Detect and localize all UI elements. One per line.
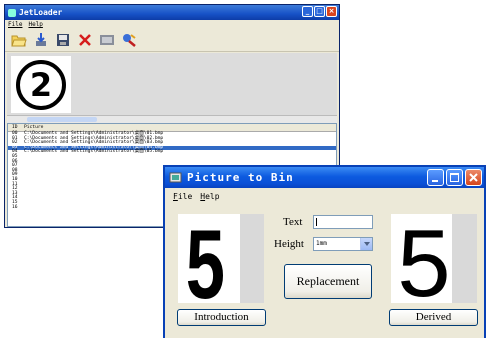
list-item-id: 16 — [12, 204, 18, 210]
open-folder-icon[interactable] — [11, 32, 27, 48]
minimize-icon[interactable] — [427, 169, 444, 186]
jetloader-title: JetLoader — [19, 8, 63, 17]
horizontal-scrollbar[interactable] — [7, 115, 337, 123]
height-value: 1mm — [316, 240, 327, 247]
app-icon — [169, 171, 182, 184]
preview-image: 2 — [11, 56, 71, 113]
minimize-icon[interactable]: _ — [302, 6, 313, 17]
jetloader-app-icon — [8, 8, 16, 17]
menu-file[interactable]: File — [8, 21, 22, 28]
derived-image: 5 — [391, 214, 477, 303]
close-icon[interactable]: × — [326, 6, 337, 17]
maximize-icon[interactable] — [446, 169, 463, 186]
circled-two-icon: 2 — [16, 59, 66, 110]
window-title: Picture to Bin — [187, 171, 294, 184]
derived-button[interactable]: Derived — [389, 309, 478, 326]
jetloader-preview-area: 2 — [7, 53, 337, 115]
column-header-picture[interactable]: Picture — [24, 125, 336, 130]
chevron-down-icon[interactable] — [360, 238, 372, 250]
delete-icon[interactable] — [77, 32, 93, 48]
replacement-button[interactable]: Replacement — [284, 264, 372, 299]
jetloader-menubar: File Help — [5, 20, 339, 29]
save-icon[interactable] — [55, 32, 71, 48]
jetloader-titlebar[interactable]: JetLoader _ □ × — [5, 5, 339, 20]
image-icon[interactable] — [99, 32, 115, 48]
svg-text:5: 5 — [186, 214, 225, 303]
convert-icon[interactable] — [121, 32, 137, 48]
bold-five-glyph: 5 — [186, 214, 225, 303]
menu-file[interactable]: File — [173, 192, 192, 201]
introduction-button[interactable]: Introduction — [177, 309, 266, 326]
svg-text:2: 2 — [30, 66, 52, 104]
jetloader-toolbar — [5, 29, 339, 52]
menubar: File Help — [165, 189, 484, 203]
text-label: Text — [283, 216, 303, 228]
picture-to-bin-window: Picture to Bin File Help 5 Text Height 1… — [163, 165, 486, 338]
column-header-id[interactable]: ID — [8, 125, 24, 130]
text-input[interactable] — [313, 215, 373, 229]
picture-to-bin-titlebar[interactable]: Picture to Bin — [165, 167, 484, 188]
download-icon[interactable] — [33, 32, 49, 48]
menu-help[interactable]: Help — [200, 192, 219, 201]
menu-help[interactable]: Help — [28, 21, 42, 28]
height-label: Height — [274, 238, 304, 250]
svg-text:5: 5 — [397, 214, 450, 303]
height-dropdown[interactable]: 1mm — [313, 237, 373, 251]
close-icon[interactable] — [465, 169, 482, 186]
thin-five-glyph: 5 — [397, 214, 450, 303]
maximize-icon[interactable]: □ — [314, 6, 325, 17]
source-image: 5 — [178, 214, 264, 303]
